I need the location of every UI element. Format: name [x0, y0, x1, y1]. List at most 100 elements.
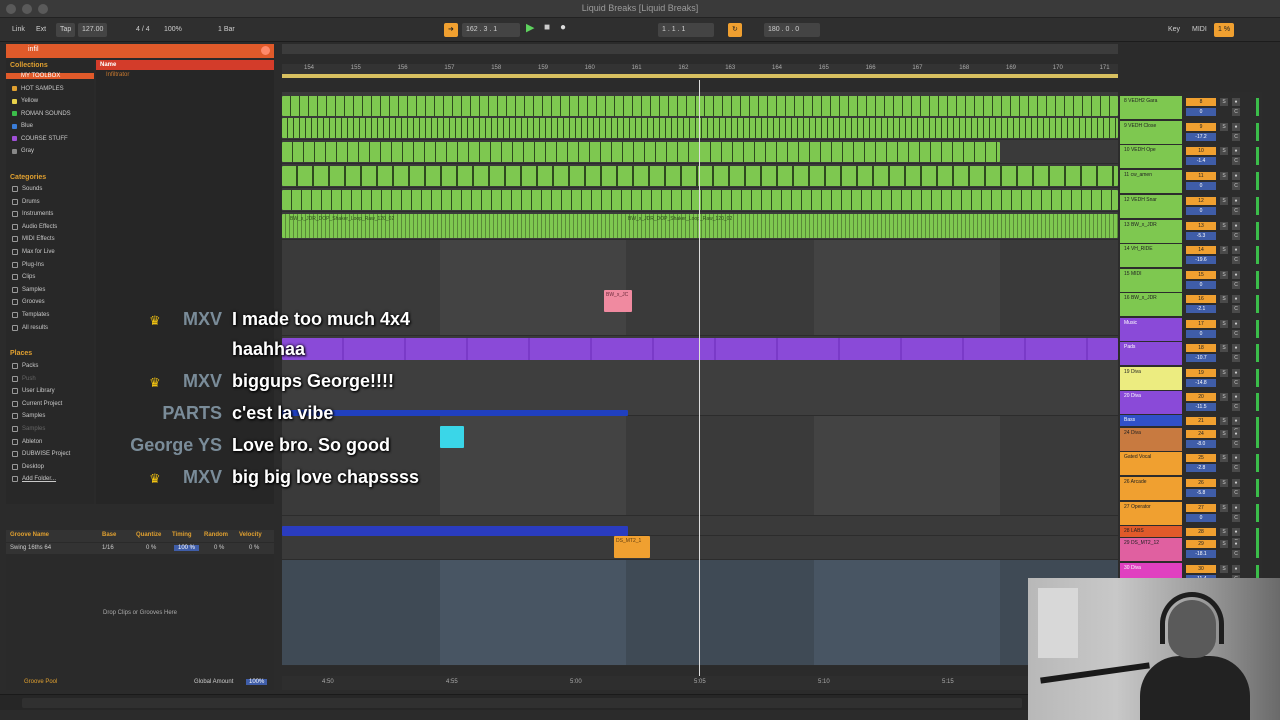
track-activator-button[interactable]: 29 [1186, 540, 1216, 548]
browser-result-item[interactable]: Infiltrator [96, 70, 274, 80]
track-activator-button[interactable]: 12 [1186, 197, 1216, 205]
track-activator-button[interactable]: 27 [1186, 504, 1216, 512]
midi-map-button[interactable]: MIDI [1188, 23, 1211, 37]
clear-search-icon[interactable] [261, 46, 270, 55]
name-column-header[interactable]: Name [96, 60, 274, 70]
place-item[interactable]: Current Project [12, 400, 62, 407]
track-volume-field[interactable]: -1.4 [1186, 157, 1216, 165]
category-item[interactable]: Instruments [12, 211, 53, 218]
arm-button[interactable]: ● [1232, 417, 1240, 425]
time-signature-field[interactable]: 4 / 4 [132, 23, 154, 37]
mixer-track-row[interactable]: 20 Diva 20 -11.5 S ● C [1118, 391, 1262, 415]
arm-button[interactable]: ● [1232, 172, 1240, 180]
tempo-field[interactable]: 127.00 [78, 23, 108, 37]
track-activator-button[interactable]: 30 [1186, 565, 1216, 573]
track-name[interactable]: 16 BW_x_JDR [1120, 293, 1182, 316]
track-volume-field[interactable]: -2.8 [1186, 464, 1216, 472]
record-icon[interactable]: ● [556, 21, 570, 35]
track-lane[interactable]: BW_x_JDR_DOP_Shaker_Loop_Raw_120_02 BW_x… [282, 212, 1118, 240]
track-activator-button[interactable]: 21 [1186, 417, 1216, 425]
solo-button[interactable]: S [1220, 540, 1228, 548]
arm-button[interactable]: ● [1232, 393, 1240, 401]
mixer-track-row[interactable]: 15 MIDI 15 0 S ● C [1118, 269, 1262, 293]
track-name[interactable]: Music [1120, 318, 1182, 341]
solo-button[interactable]: S [1220, 344, 1228, 352]
track-name[interactable]: 19 Diva [1120, 367, 1182, 390]
midi-clip[interactable] [282, 142, 1000, 162]
pan-knob[interactable]: C [1232, 403, 1240, 411]
track-lane[interactable] [282, 140, 1118, 164]
track-activator-button[interactable]: 17 [1186, 320, 1216, 328]
track-name[interactable]: 26 Arcade [1120, 477, 1182, 500]
category-item[interactable]: Templates [12, 312, 49, 318]
category-item[interactable]: All results [12, 324, 48, 331]
groove-row-timing[interactable]: 100 % [174, 545, 200, 551]
track-lane[interactable] [282, 164, 1118, 188]
follow-arrow-icon[interactable]: ➜ [444, 23, 458, 37]
track-activator-button[interactable]: 8 [1186, 98, 1216, 106]
track-name[interactable]: 29 DS_MT2_12 [1120, 538, 1182, 561]
solo-button[interactable]: S [1220, 222, 1228, 230]
mixer-track-row[interactable]: 14 VH_RIDE 14 -19.6 S ● C [1118, 244, 1262, 268]
arm-button[interactable]: ● [1232, 369, 1240, 377]
solo-button[interactable]: S [1220, 123, 1228, 131]
track-activator-button[interactable]: 18 [1186, 344, 1216, 352]
track-name[interactable]: Bass [1120, 415, 1182, 426]
track-volume-field[interactable]: 0 [1186, 330, 1216, 338]
mixer-track-row[interactable]: 27 Operator 27 0 S ● C [1118, 502, 1262, 526]
loop-length-field[interactable]: 180 . 0 . 0 [764, 23, 820, 37]
track-activator-button[interactable]: 28 [1186, 528, 1216, 536]
track-volume-field[interactable]: 0 [1186, 514, 1216, 522]
mixer-track-row[interactable]: 12 VEDH Snar 12 0 S ● C [1118, 195, 1262, 219]
solo-button[interactable]: S [1220, 197, 1228, 205]
track-name[interactable]: Gated Vocal [1120, 452, 1182, 475]
groove-pool-label[interactable]: Groove Pool [24, 679, 57, 685]
place-item[interactable]: Add Folder... [12, 476, 56, 483]
track-name[interactable]: 27 Operator [1120, 502, 1182, 525]
track-activator-button[interactable]: 11 [1186, 172, 1216, 180]
solo-button[interactable]: S [1220, 565, 1228, 573]
category-item[interactable]: MIDI Effects [12, 236, 55, 243]
place-item[interactable]: Desktop [12, 463, 44, 470]
place-item[interactable]: User Library [12, 388, 55, 395]
loop-brace[interactable] [282, 74, 1118, 78]
track-volume-field[interactable]: -10.7 [1186, 354, 1216, 362]
stop-icon[interactable]: ■ [540, 21, 554, 35]
track-volume-field[interactable]: -14.8 [1186, 379, 1216, 387]
track-activator-button[interactable]: 10 [1186, 147, 1216, 155]
track-name[interactable]: 28 LABS [1120, 526, 1182, 537]
track-volume-field[interactable]: 0 [1186, 108, 1216, 116]
midi-clip[interactable] [282, 190, 1118, 210]
track-name[interactable]: 13 BW_x_JDR [1120, 220, 1182, 243]
midi-clip[interactable] [282, 526, 628, 536]
arm-button[interactable]: ● [1232, 271, 1240, 279]
track-name[interactable]: 10 VEDH Ope [1120, 145, 1182, 168]
solo-button[interactable]: S [1220, 430, 1228, 438]
track-volume-field[interactable]: -11.5 [1186, 403, 1216, 411]
track-lane[interactable] [282, 560, 1118, 666]
track-volume-field[interactable]: -18.1 [1186, 550, 1216, 558]
solo-button[interactable]: S [1220, 147, 1228, 155]
solo-button[interactable]: S [1220, 454, 1228, 462]
pan-knob[interactable]: C [1232, 464, 1240, 472]
track-volume-field[interactable]: -5.3 [1186, 232, 1216, 240]
arm-button[interactable]: ● [1232, 222, 1240, 230]
arm-button[interactable]: ● [1232, 528, 1240, 536]
track-activator-button[interactable]: 19 [1186, 369, 1216, 377]
pan-knob[interactable]: C [1232, 354, 1240, 362]
category-item[interactable]: Clips [12, 274, 35, 281]
browser-search-input[interactable]: infil [28, 46, 39, 53]
pan-knob[interactable]: C [1232, 256, 1240, 264]
track-activator-button[interactable]: 16 [1186, 295, 1216, 303]
mixer-track-row[interactable]: 19 Diva 19 -14.8 S ● C [1118, 367, 1262, 391]
zoom-field[interactable]: 100% [160, 23, 186, 37]
track-volume-field[interactable]: -19.6 [1186, 256, 1216, 264]
track-lane[interactable] [282, 188, 1118, 212]
beat-time-ruler[interactable]: 154 155 156 157 158 159 160 161 162 163 164 165 166 1… [282, 64, 1118, 74]
track-name[interactable]: 20 Diva [1120, 391, 1182, 414]
track-name[interactable]: 15 MIDI [1120, 269, 1182, 292]
track-volume-field[interactable]: 0 [1186, 281, 1216, 289]
track-volume-field[interactable]: 0 [1186, 207, 1216, 215]
midi-clip[interactable] [282, 96, 1118, 116]
category-item[interactable]: Max for Live [12, 249, 55, 255]
